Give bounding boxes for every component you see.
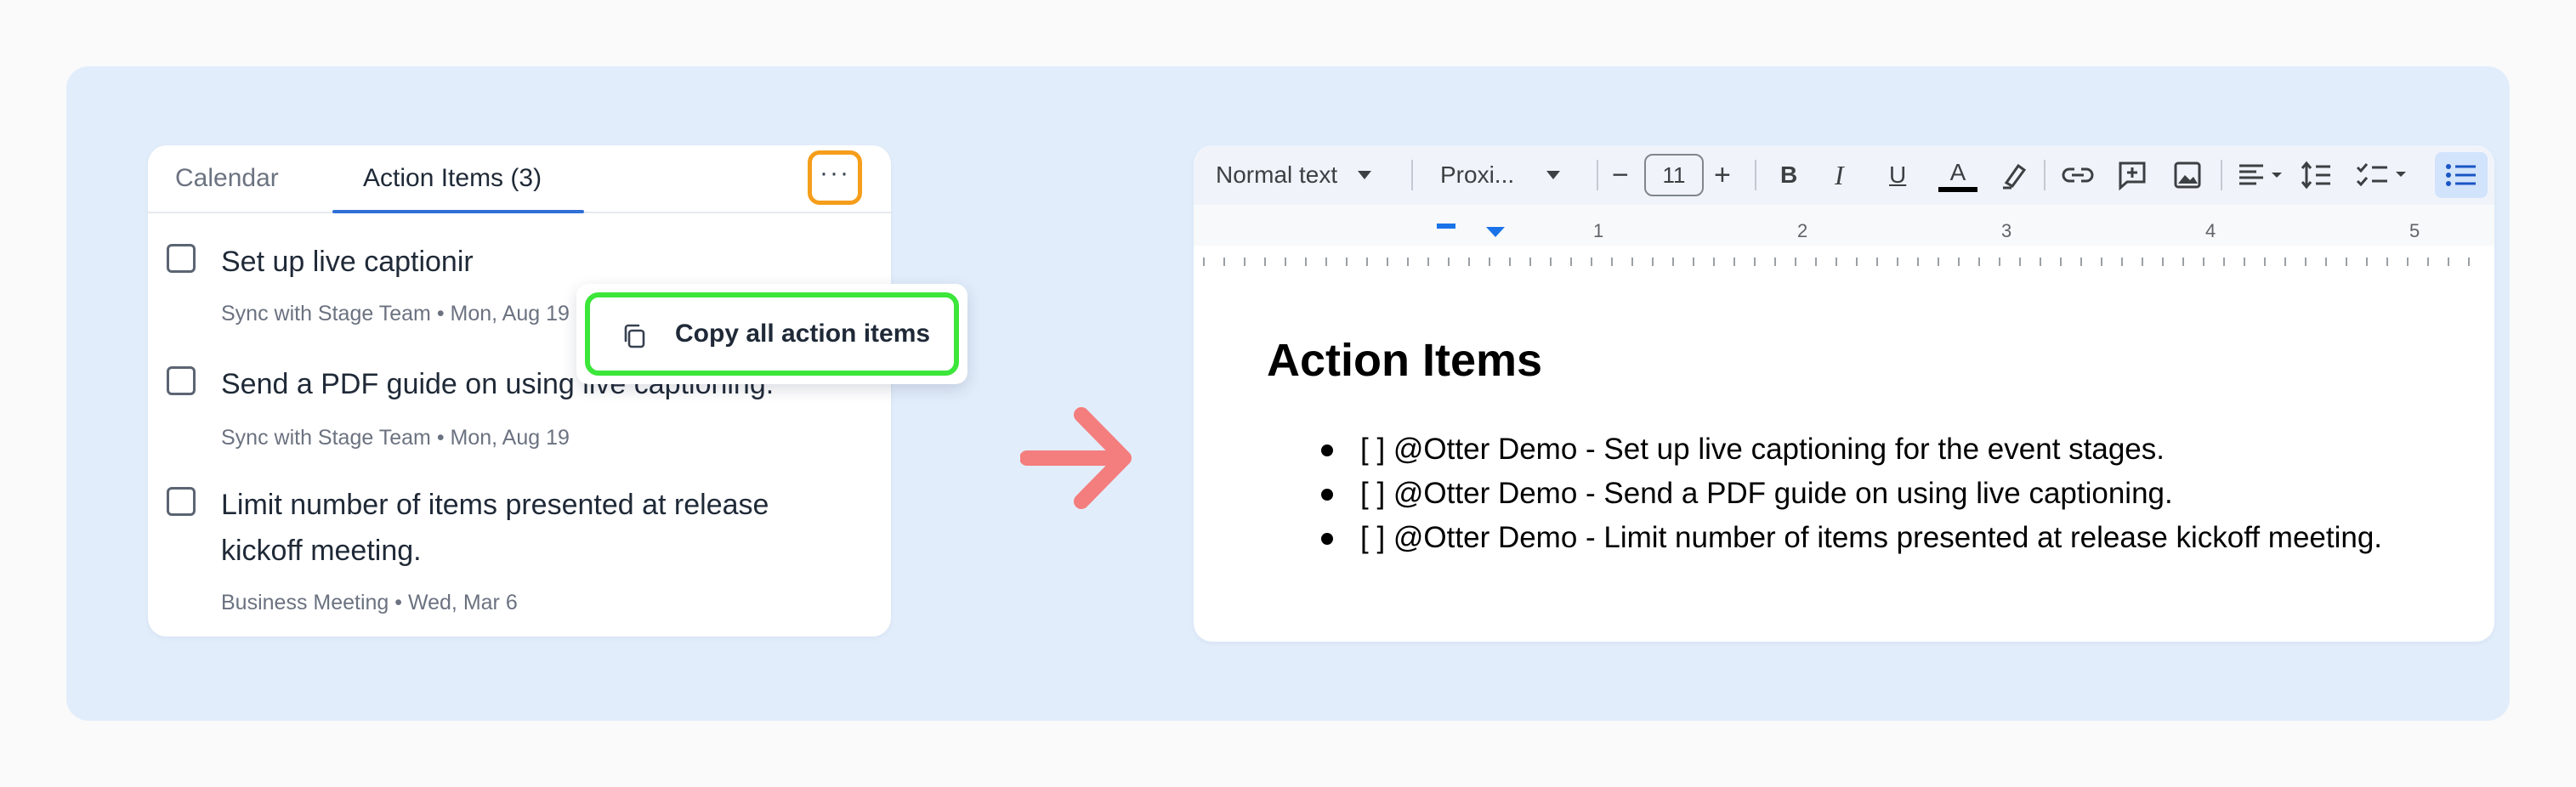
decrease-font-size-button[interactable]: −	[1612, 145, 1629, 205]
checklist-icon[interactable]	[2355, 159, 2414, 191]
more-icon: ···	[820, 159, 850, 187]
text-color-label: A	[1949, 158, 1966, 185]
underline-button[interactable]: U	[1889, 145, 1906, 205]
tab-action-items[interactable]: Action Items (3)	[363, 164, 542, 193]
copy-all-label: Copy all action items	[675, 320, 931, 348]
action-item-checkbox[interactable]	[167, 244, 196, 273]
ruler-number: 3	[2001, 220, 2012, 241]
ruler-number: 4	[2205, 220, 2216, 241]
bold-button[interactable]: B	[1780, 145, 1797, 205]
doc-toolbar: Normal text Proxi... − 11 + B I U A	[1194, 145, 2494, 205]
add-comment-icon[interactable]	[2115, 159, 2149, 191]
bulleted-list-button[interactable]	[2435, 152, 2488, 198]
italic-button[interactable]: I	[1835, 145, 1844, 205]
tab-calendar[interactable]: Calendar	[175, 164, 279, 193]
toolbar-divider	[1597, 160, 1598, 190]
copy-all-action-items-button[interactable]: Copy all action items	[585, 292, 959, 376]
ruler-ticks	[1194, 224, 2494, 273]
action-item-checkbox[interactable]	[167, 366, 196, 395]
bulleted-list-icon	[2446, 164, 2476, 186]
toolbar-divider	[1411, 160, 1413, 190]
line-spacing-icon[interactable]	[2301, 159, 2333, 191]
ruler-number: 5	[2409, 220, 2420, 241]
illustration-background: Calendar Action Items (3) ··· Set up liv…	[66, 66, 2510, 721]
insert-image-icon[interactable]	[2171, 159, 2204, 191]
google-doc-preview: Normal text Proxi... − 11 + B I U A 1 2 …	[1194, 145, 2494, 642]
arrow-right-icon	[1020, 407, 1132, 509]
highlight-pen-icon[interactable]	[1998, 159, 2030, 191]
tab-bar: Calendar Action Items (3) ···	[148, 145, 891, 213]
action-item-text: Limit number of items presented at relea…	[221, 489, 769, 567]
doc-list-item: [ ] @Otter Demo - Send a PDF guide on us…	[1321, 472, 2382, 516]
toolbar-divider	[2044, 160, 2045, 190]
copy-icon	[624, 324, 645, 348]
chevron-down-icon	[1358, 171, 1372, 179]
action-item-text: Set up live captionir	[221, 246, 474, 278]
text-color-button[interactable]: A	[1938, 145, 1977, 205]
action-items-card: Calendar Action Items (3) ··· Set up liv…	[148, 145, 967, 637]
toolbar-divider	[2221, 160, 2222, 190]
ruler-number: 1	[1593, 220, 1604, 241]
action-item-meta: Sync with Stage Team • Mon, Aug 19	[221, 426, 570, 450]
more-options-menu: Copy all action items	[576, 284, 967, 384]
action-item-meta: Business Meeting • Wed, Mar 6	[221, 591, 518, 614]
active-tab-indicator	[332, 210, 584, 213]
doc-list-item: [ ] @Otter Demo - Set up live captioning…	[1321, 427, 2382, 472]
action-item-meta: Sync with Stage Team • Mon, Aug 19	[221, 302, 570, 326]
action-item-checkbox[interactable]	[167, 487, 196, 516]
chevron-down-icon	[1546, 171, 1561, 179]
toolbar-divider	[1755, 160, 1756, 190]
font-family-dropdown[interactable]: Proxi...	[1440, 145, 1561, 205]
more-options-button[interactable]: ···	[808, 150, 862, 205]
ruler-number: 2	[1797, 220, 1808, 241]
paragraph-style-dropdown[interactable]: Normal text	[1216, 145, 1372, 205]
font-family-label: Proxi...	[1440, 161, 1515, 188]
paragraph-style-label: Normal text	[1216, 161, 1338, 188]
doc-heading: Action Items	[1267, 335, 1543, 386]
font-size-input[interactable]: 11	[1644, 154, 1704, 196]
doc-list-item: [ ] @Otter Demo - Limit number of items …	[1321, 516, 2382, 560]
doc-ruler: 1 2 3 4 5	[1194, 205, 2494, 273]
increase-font-size-button[interactable]: +	[1714, 145, 1731, 205]
align-left-icon[interactable]	[2238, 162, 2287, 188]
text-color-swatch	[1938, 186, 1977, 192]
doc-bullet-list: [ ] @Otter Demo - Set up live captioning…	[1321, 427, 2382, 560]
link-icon[interactable]	[2059, 161, 2097, 190]
